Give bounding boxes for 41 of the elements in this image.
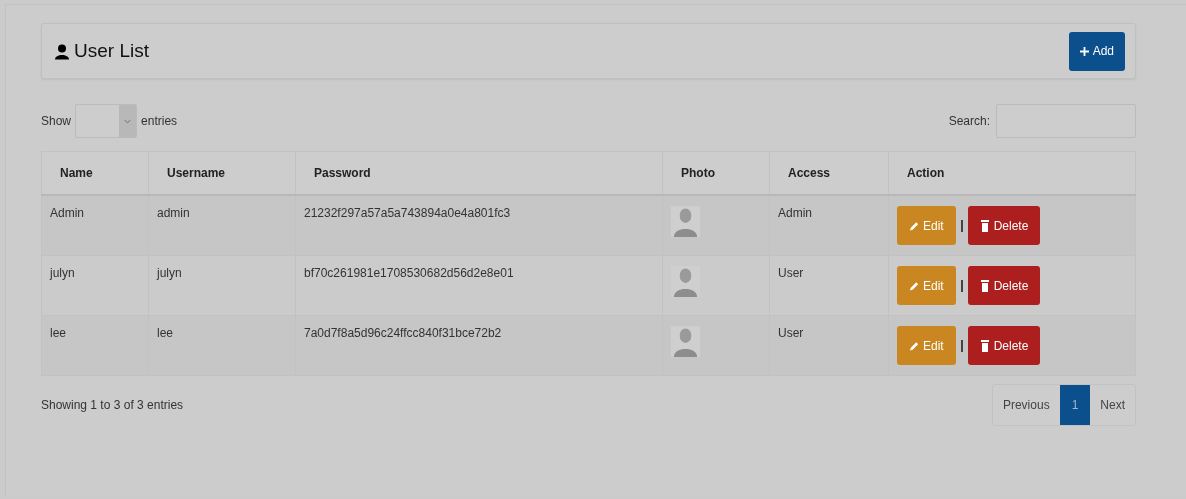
trash-icon bbox=[979, 219, 990, 232]
table-cell: lee bbox=[148, 315, 296, 376]
separator bbox=[960, 219, 963, 232]
entries-select[interactable] bbox=[75, 104, 138, 138]
delete-button[interactable]: Delete bbox=[967, 266, 1041, 305]
table-cell: lee bbox=[41, 315, 149, 376]
column-header[interactable]: Password bbox=[295, 151, 663, 195]
table-cell: 21232f297a57a5a743894a0e4a801fc3 bbox=[295, 195, 663, 256]
user-icon bbox=[54, 42, 70, 60]
trash-icon bbox=[979, 279, 990, 292]
caret-icon bbox=[124, 118, 132, 124]
avatar-icon bbox=[671, 326, 700, 357]
table-cell: bf70c261981e1708530682d56d2e8e01 bbox=[295, 255, 663, 316]
show-label: Show bbox=[41, 114, 72, 128]
column-header[interactable]: Name bbox=[41, 151, 149, 195]
column-header[interactable]: Photo bbox=[662, 151, 770, 195]
avatar-icon bbox=[671, 266, 700, 297]
add-button[interactable]: Add bbox=[1068, 31, 1125, 71]
trash-icon bbox=[979, 339, 990, 352]
table-cell: julyn bbox=[148, 255, 296, 316]
table-cell: User bbox=[769, 315, 889, 376]
delete-button[interactable]: Delete bbox=[967, 326, 1041, 365]
separator bbox=[960, 339, 963, 352]
page-button[interactable]: 1 bbox=[1059, 385, 1091, 425]
delete-button[interactable]: Delete bbox=[967, 206, 1041, 245]
avatar-icon bbox=[671, 206, 700, 237]
column-header[interactable]: Access bbox=[769, 151, 889, 195]
table-cell: Admin bbox=[41, 195, 149, 256]
table-cell: julyn bbox=[41, 255, 149, 316]
plus-icon bbox=[1079, 46, 1089, 56]
table-cell: admin bbox=[148, 195, 296, 256]
table-cell: 7a0d7f8a5d96c24ffcc840f31bce72b2 bbox=[295, 315, 663, 376]
table-cell: Admin bbox=[769, 195, 889, 256]
column-header[interactable]: Action bbox=[888, 151, 1136, 195]
column-header[interactable]: Username bbox=[148, 151, 296, 195]
separator bbox=[960, 279, 963, 292]
entries-label: entries bbox=[141, 114, 178, 128]
panel-title: User List bbox=[74, 40, 149, 62]
table-cell: User bbox=[769, 255, 889, 316]
search-label: Search: bbox=[948, 114, 990, 128]
table-info: Showing 1 to 3 of 3 entries bbox=[41, 398, 184, 412]
